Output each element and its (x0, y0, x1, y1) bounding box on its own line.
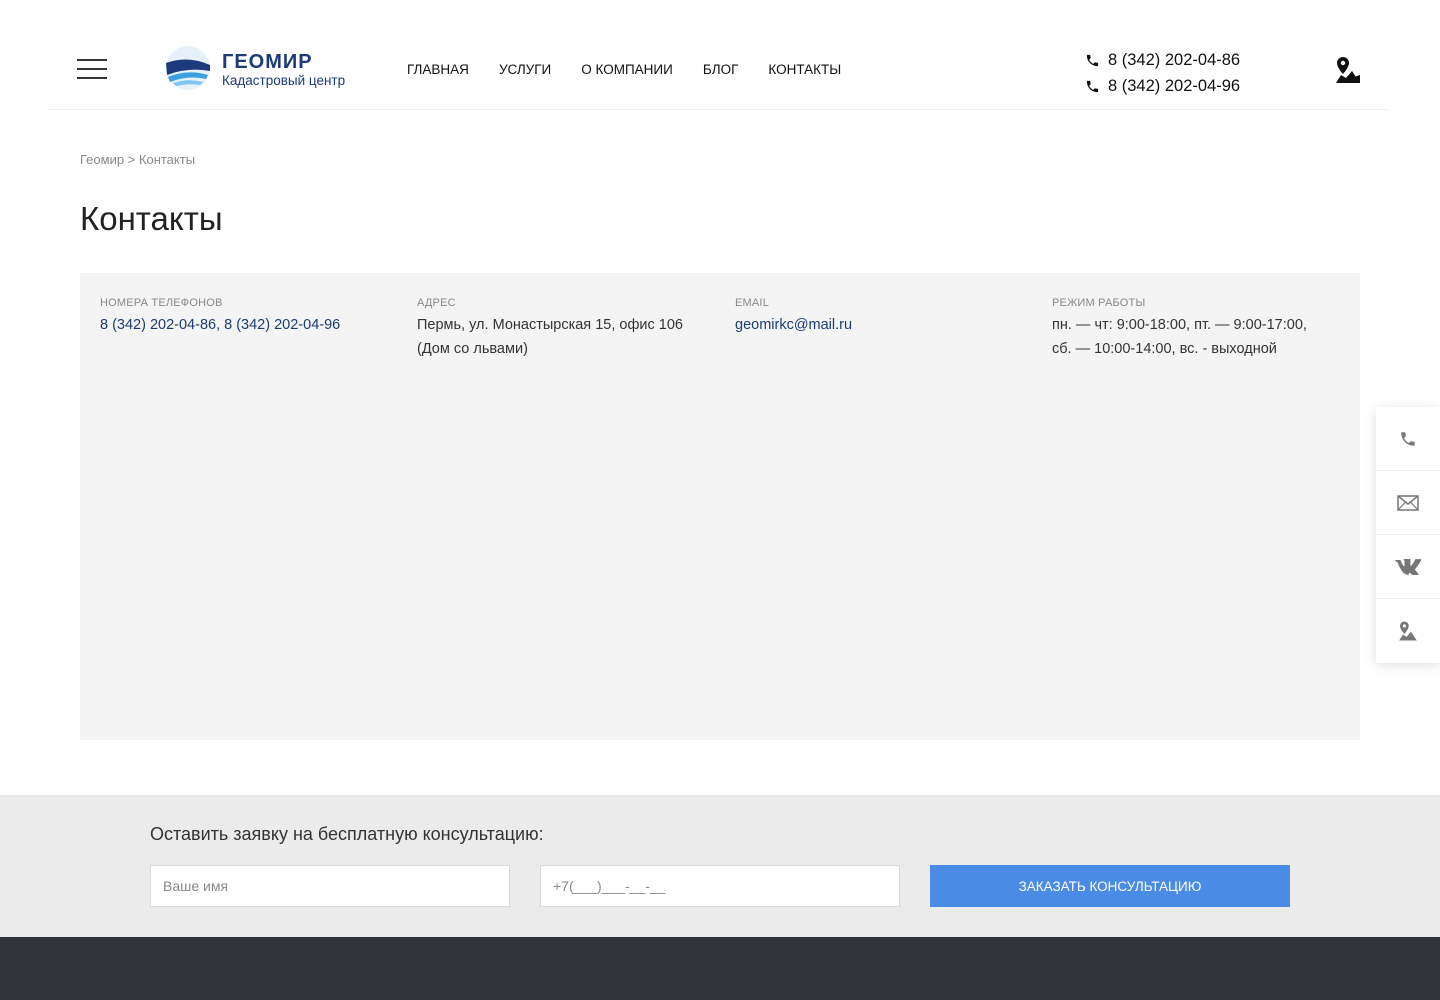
header-phone-2-link[interactable]: 8 (342) 202-04-96 (1108, 77, 1240, 96)
nav-blog[interactable]: БЛОГ (703, 62, 739, 77)
contacts-email-label: EMAIL (735, 297, 770, 309)
header-phone-1: 8 (342) 202-04-86 (1085, 47, 1240, 73)
side-contact-panel (1376, 407, 1440, 663)
contacts-hours-line-2: сб. — 10:00-14:00, вс. - выходной (1052, 341, 1277, 357)
contacts-phones-label: НОМЕРА ТЕЛЕФОНОВ (100, 297, 223, 309)
nav-contacts[interactable]: КОНТАКТЫ (768, 62, 841, 77)
contacts-address-line-2: (Дом со львами) (417, 341, 528, 357)
menu-icon[interactable] (77, 59, 107, 81)
vk-icon (1395, 558, 1422, 575)
nav-services[interactable]: УСЛУГИ (499, 62, 551, 77)
contacts-panel: НОМЕРА ТЕЛЕФОНОВ 8 (342) 202-04-86, 8 (3… (80, 273, 1360, 740)
map-icon (1399, 621, 1417, 641)
header-phones: 8 (342) 202-04-86 8 (342) 202-04-96 (1085, 47, 1240, 99)
header-phone-1-link[interactable]: 8 (342) 202-04-86 (1108, 51, 1240, 70)
side-mail-button[interactable] (1376, 471, 1440, 535)
logo-name: ГЕОМИР (222, 51, 313, 73)
page-title: Контакты (80, 200, 223, 237)
logo[interactable]: ГЕОМИР Кадастровый центр (164, 45, 364, 91)
breadcrumb-home[interactable]: Геомир (80, 152, 124, 167)
breadcrumb-current: Контакты (138, 152, 196, 167)
consultation-form: Оставить заявку на бесплатную консультац… (0, 795, 1440, 937)
side-vk-button[interactable] (1376, 535, 1440, 599)
contacts-hours-line-1: пн. — чт: 9:00-18:00, пт. — 9:00-17:00, (1052, 317, 1307, 333)
side-map-button[interactable] (1376, 599, 1440, 663)
phone-icon (1401, 431, 1415, 446)
nav-about[interactable]: О КОМПАНИИ (581, 62, 673, 77)
breadcrumb: Геомир > Контакты (80, 152, 195, 167)
contacts-hours-label: РЕЖИМ РАБОТЫ (1052, 297, 1146, 309)
site-footer (0, 937, 1440, 1000)
main-nav: ГЛАВНАЯ УСЛУГИ О КОМПАНИИ БЛОГ КОНТАКТЫ (407, 62, 841, 77)
contacts-hours: РЕЖИМ РАБОТЫ пн. — чт: 9:00-18:00, пт. —… (1052, 297, 1307, 361)
phone-input[interactable] (540, 865, 900, 907)
consultation-title: Оставить заявку на бесплатную консультац… (150, 824, 544, 844)
map-icon[interactable] (1334, 55, 1362, 85)
side-phone-button[interactable] (1376, 407, 1440, 471)
order-consultation-button[interactable]: ЗАКАЗАТЬ КОНСУЛЬТАЦИЮ (930, 865, 1290, 907)
header-phone-2: 8 (342) 202-04-96 (1085, 73, 1240, 99)
contacts-address-label: АДРЕС (417, 297, 456, 309)
name-input[interactable] (150, 865, 510, 907)
phone-icon (1086, 54, 1099, 66)
contacts-email-link[interactable]: geomirkc@mail.ru (735, 317, 852, 333)
site-header: ГЕОМИР Кадастровый центр ГЛАВНАЯ УСЛУГИ … (48, 0, 1390, 110)
mail-icon (1397, 494, 1419, 511)
contacts-email: EMAIL geomirkc@mail.ru (735, 297, 852, 337)
contacts-phones-link[interactable]: 8 (342) 202-04-86, 8 (342) 202-04-96 (100, 317, 340, 333)
logo-globe-icon (166, 46, 210, 90)
logo-subtitle: Кадастровый центр (222, 73, 346, 88)
contacts-address: АДРЕС Пермь, ул. Монастырская 15, офис 1… (417, 297, 683, 361)
nav-home[interactable]: ГЛАВНАЯ (407, 62, 469, 77)
contacts-address-line-1: Пермь, ул. Монастырская 15, офис 106 (417, 317, 683, 333)
phone-icon (1086, 80, 1099, 92)
breadcrumb-separator: > (124, 152, 139, 167)
contacts-phones: НОМЕРА ТЕЛЕФОНОВ 8 (342) 202-04-86, 8 (3… (100, 297, 340, 337)
